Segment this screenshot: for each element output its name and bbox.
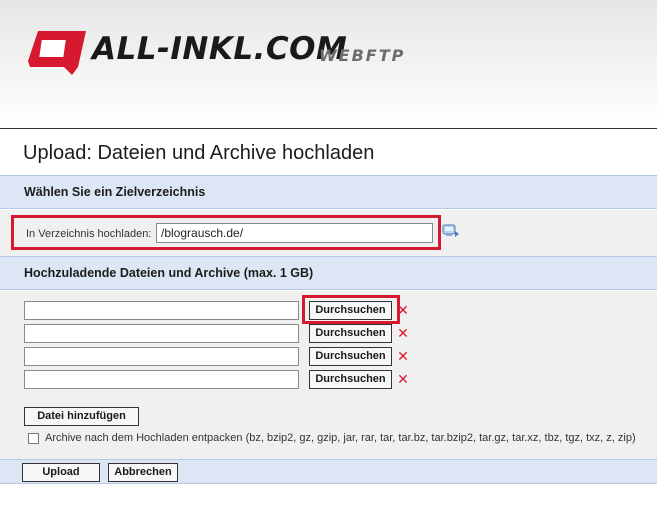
app-header: ALL-INKL.COM WEBFTP	[0, 0, 657, 128]
header-divider	[0, 128, 657, 129]
browse-button-3[interactable]: Durchsuchen	[309, 347, 392, 366]
remove-x-icon[interactable]: ✕	[397, 326, 409, 340]
browse-button-4[interactable]: Durchsuchen	[309, 370, 392, 389]
target-section-heading: Wählen Sie ein Zielverzeichnis	[0, 175, 657, 209]
logo-subtitle: WEBFTP	[319, 46, 406, 65]
target-dir-input[interactable]: /blograusch.de/	[156, 223, 433, 243]
extract-archives-label: Archive nach dem Hochladen entpacken (bz…	[45, 432, 636, 444]
add-file-button[interactable]: Datei hinzufügen	[24, 407, 139, 426]
upload-button[interactable]: Upload	[22, 463, 100, 482]
cancel-button[interactable]: Abbrechen	[108, 463, 178, 482]
remove-x-icon[interactable]: ✕	[397, 372, 409, 386]
file-input-1[interactable]	[24, 301, 299, 320]
extract-archives-checkbox[interactable]	[28, 433, 39, 444]
remove-x-icon[interactable]: ✕	[397, 303, 409, 317]
file-input-2[interactable]	[24, 324, 299, 343]
file-input-3[interactable]	[24, 347, 299, 366]
files-section-heading: Hochzuladende Dateien und Archive (max. …	[0, 256, 657, 290]
target-dir-label: In Verzeichnis hochladen:	[26, 228, 152, 240]
browse-button-2[interactable]: Durchsuchen	[309, 324, 392, 343]
page-title: Upload: Dateien und Archive hochladen	[23, 142, 375, 164]
file-input-4[interactable]	[24, 370, 299, 389]
remove-x-icon[interactable]: ✕	[397, 349, 409, 363]
logo-icon	[28, 31, 86, 75]
logo-text: ALL-INKL.COM	[92, 31, 348, 67]
folder-browse-icon[interactable]	[442, 223, 459, 238]
browse-button-1[interactable]: Durchsuchen	[309, 301, 392, 320]
